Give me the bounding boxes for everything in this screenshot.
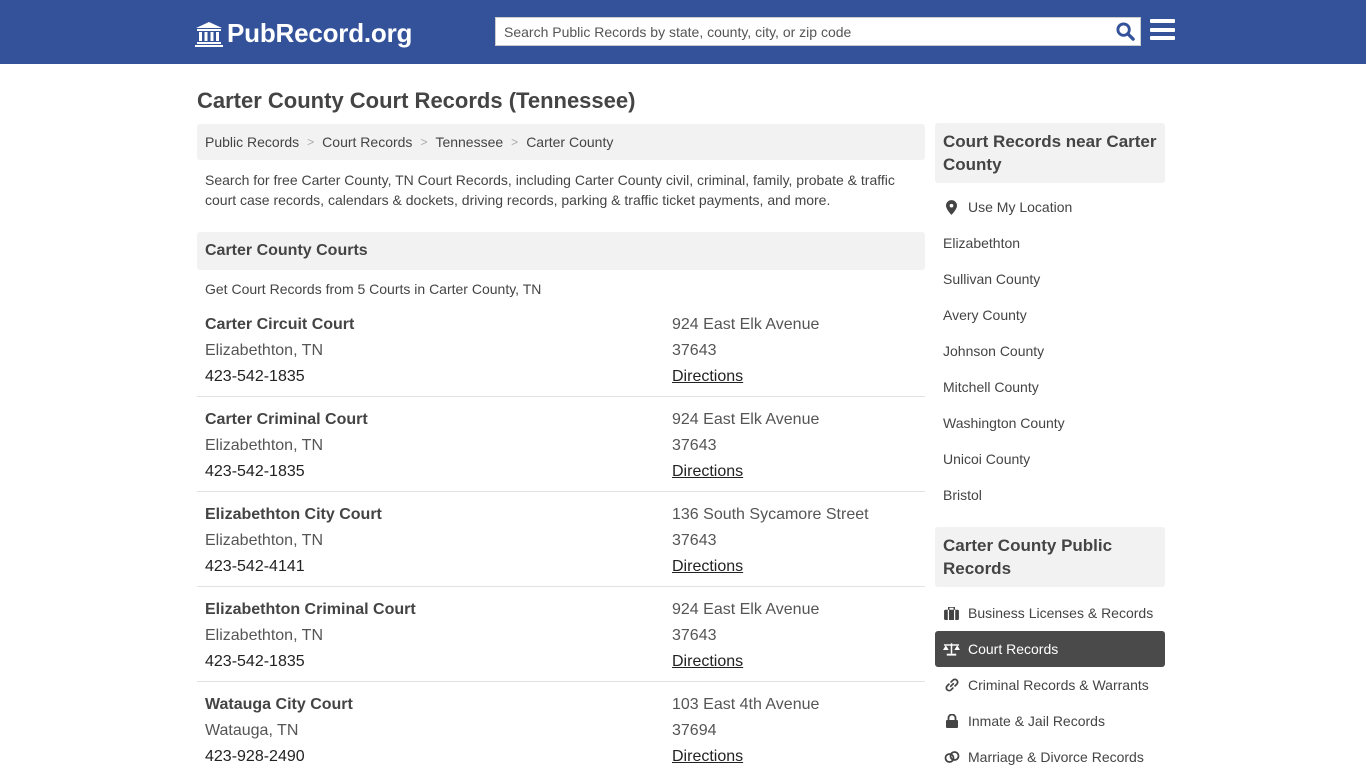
breadcrumb: Public Records > Court Records > Tenness… <box>197 124 925 160</box>
court-zip: 37694 <box>672 722 717 739</box>
courthouse-icon <box>195 21 223 47</box>
breadcrumb-separator: > <box>307 135 315 149</box>
nearby-title: Court Records near Carter County <box>935 123 1165 183</box>
nearby-link[interactable]: Elizabethton <box>935 225 1165 261</box>
briefcase-icon <box>943 606 960 620</box>
search-button[interactable] <box>1110 18 1140 45</box>
court-zip: 37643 <box>672 342 717 359</box>
nearby-link[interactable]: Unicoi County <box>935 441 1165 477</box>
court-address: 924 East Elk Avenue <box>672 411 820 428</box>
court-item: Watauga City Court Watauga, TN 423-928-2… <box>197 682 925 777</box>
court-zip: 37643 <box>672 532 717 549</box>
public-records-list: Business Licenses & Records Court Record… <box>935 587 1165 775</box>
breadcrumb-carter-county[interactable]: Carter County <box>526 134 613 150</box>
court-phone[interactable]: 423-542-4141 <box>205 554 672 580</box>
sidebar: Court Records near Carter County Use My … <box>935 123 1165 775</box>
sidebar-item-label: Court Records <box>968 641 1059 657</box>
court-name: Elizabethton Criminal Court <box>205 601 416 618</box>
sidebar-item-label: Business Licenses & Records <box>968 605 1154 621</box>
court-name: Watauga City Court <box>205 696 353 713</box>
nearby-link[interactable]: Johnson County <box>935 333 1165 369</box>
breadcrumb-separator: > <box>511 135 519 149</box>
court-item: Elizabethton Criminal Court Elizabethton… <box>197 587 925 682</box>
courts-section-title: Carter County Courts <box>197 232 925 270</box>
search-bar <box>495 17 1141 46</box>
directions-link[interactable]: Directions <box>672 558 743 575</box>
sidebar-item-inmate-records[interactable]: Inmate & Jail Records <box>935 703 1165 739</box>
court-zip: 37643 <box>672 437 717 454</box>
main-content: Public Records > Court Records > Tenness… <box>197 124 925 777</box>
sidebar-item-court-records[interactable]: Court Records <box>935 631 1165 667</box>
directions-link[interactable]: Directions <box>672 463 743 480</box>
sidebar-item-label: Marriage & Divorce Records <box>968 749 1144 765</box>
nearby-link[interactable]: Avery County <box>935 297 1165 333</box>
use-my-location[interactable]: Use My Location <box>935 189 1165 225</box>
sidebar-item-label: Inmate & Jail Records <box>968 713 1105 729</box>
court-item: Elizabethton City Court Elizabethton, TN… <box>197 492 925 587</box>
search-input[interactable] <box>496 18 1110 45</box>
court-phone[interactable]: 423-542-1835 <box>205 459 672 485</box>
court-list: Carter Circuit Court Elizabethton, TN 42… <box>197 302 925 777</box>
public-records-title: Carter County Public Records <box>935 527 1165 587</box>
court-city: Watauga, TN <box>205 722 299 739</box>
court-phone[interactable]: 423-928-2490 <box>205 744 672 770</box>
court-zip: 37643 <box>672 627 717 644</box>
courts-section-subtitle: Get Court Records from 5 Courts in Carte… <box>205 281 542 297</box>
court-city: Elizabethton, TN <box>205 627 323 644</box>
site-logo[interactable]: PubRecord.org <box>195 18 412 49</box>
court-phone[interactable]: 423-542-1835 <box>205 364 672 390</box>
nearby-link[interactable]: Sullivan County <box>935 261 1165 297</box>
link-icon <box>943 678 960 692</box>
breadcrumb-separator: > <box>420 135 428 149</box>
court-address: 924 East Elk Avenue <box>672 316 820 333</box>
court-address: 924 East Elk Avenue <box>672 601 820 618</box>
breadcrumb-court-records[interactable]: Court Records <box>322 134 412 150</box>
breadcrumb-tennessee[interactable]: Tennessee <box>435 134 503 150</box>
nearby-list: Use My Location Elizabethton Sullivan Co… <box>935 183 1165 513</box>
breadcrumb-public-records[interactable]: Public Records <box>205 134 299 150</box>
sidebar-item-label: Criminal Records & Warrants <box>968 677 1149 693</box>
site-header: PubRecord.org <box>0 0 1366 64</box>
hamburger-icon-bar <box>1150 19 1175 23</box>
court-name: Carter Criminal Court <box>205 411 368 428</box>
nearby-link[interactable]: Washington County <box>935 405 1165 441</box>
court-city: Elizabethton, TN <box>205 437 323 454</box>
court-city: Elizabethton, TN <box>205 532 323 549</box>
use-my-location-label: Use My Location <box>968 199 1073 215</box>
directions-link[interactable]: Directions <box>672 368 743 385</box>
page-title: Carter County Court Records (Tennessee) <box>197 88 636 113</box>
directions-link[interactable]: Directions <box>672 653 743 670</box>
nearby-link[interactable]: Bristol <box>935 477 1165 513</box>
court-name: Elizabethton City Court <box>205 506 382 523</box>
lock-icon <box>943 714 960 728</box>
scale-icon <box>943 642 960 656</box>
map-marker-icon <box>943 199 960 215</box>
court-address: 136 South Sycamore Street <box>672 506 869 523</box>
court-name: Carter Circuit Court <box>205 316 355 333</box>
hamburger-icon-bar <box>1150 27 1175 32</box>
court-city: Elizabethton, TN <box>205 342 323 359</box>
intro-text: Search for free Carter County, TN Court … <box>205 172 895 208</box>
nearby-link[interactable]: Mitchell County <box>935 369 1165 405</box>
court-item: Carter Circuit Court Elizabethton, TN 42… <box>197 302 925 397</box>
rings-icon <box>943 750 960 764</box>
menu-button[interactable] <box>1150 19 1175 42</box>
directions-link[interactable]: Directions <box>672 748 743 765</box>
court-address: 103 East 4th Avenue <box>672 696 820 713</box>
hamburger-icon-bar <box>1150 36 1175 40</box>
sidebar-item-criminal-records[interactable]: Criminal Records & Warrants <box>935 667 1165 703</box>
search-icon <box>1115 22 1135 41</box>
sidebar-item-marriage-records[interactable]: Marriage & Divorce Records <box>935 739 1165 775</box>
logo-text: PubRecord.org <box>227 18 413 48</box>
court-item: Carter Criminal Court Elizabethton, TN 4… <box>197 397 925 492</box>
court-phone[interactable]: 423-542-1835 <box>205 649 672 675</box>
sidebar-item-business-licenses[interactable]: Business Licenses & Records <box>935 595 1165 631</box>
